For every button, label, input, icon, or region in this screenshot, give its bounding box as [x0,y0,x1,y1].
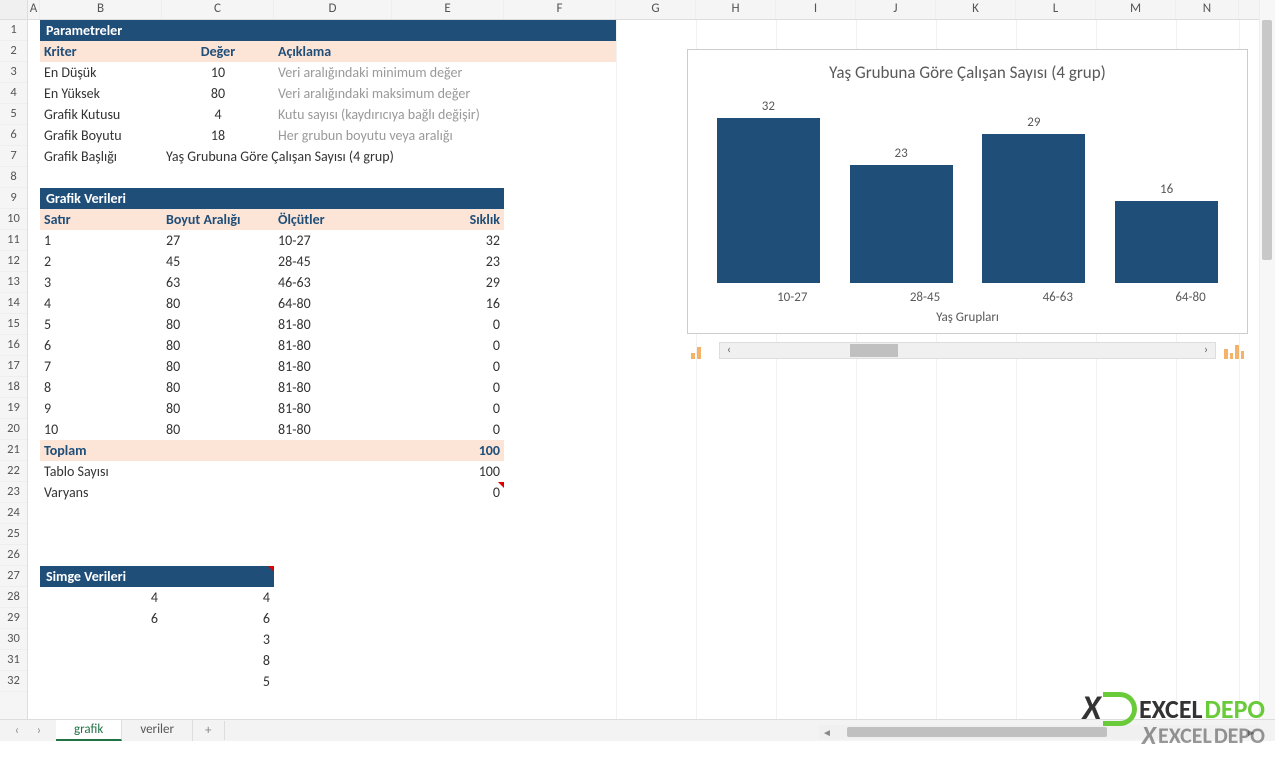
bar-category-label: 64-80 [1132,290,1249,305]
row-header-11[interactable]: 11 [0,230,27,251]
row-header-8[interactable]: 8 [0,167,27,188]
total-value[interactable]: 100 [392,440,504,461]
row-header-28[interactable]: 28 [0,587,27,608]
column-header-E[interactable]: E [392,0,504,19]
column-headers: ABCDEFGHIJKLMN [0,0,1259,20]
row-header-3[interactable]: 3 [0,62,27,83]
header-deger[interactable]: Değer [162,41,274,62]
column-header-M[interactable]: M [1096,0,1176,19]
row-header-14[interactable]: 14 [0,293,27,314]
row-header-32[interactable]: 32 [0,671,27,692]
horizontal-scrollbar-thumb[interactable] [847,727,1107,737]
bar-value-label: 23 [895,146,908,161]
mini-chart-icon-right [1220,341,1248,359]
section-header-simge-verileri[interactable]: Simge Verileri [40,566,274,587]
column-header-H[interactable]: H [696,0,776,19]
row-header-29[interactable]: 29 [0,608,27,629]
horizontal-scrollbar[interactable]: ◄ ► [819,725,1259,739]
column-header-J[interactable]: J [856,0,936,19]
bar-value-label: 16 [1160,182,1173,197]
column-header-N[interactable]: N [1176,0,1239,19]
row-header-7[interactable]: 7 [0,146,27,167]
sheet-tab-veriler[interactable]: veriler [122,720,193,741]
section-header-grafik-verileri[interactable]: Grafik Verileri [40,188,504,209]
chart-bar-46-63: 29 [975,115,1092,283]
row-header-5[interactable]: 5 [0,104,27,125]
mini-chart-icon-left [687,341,715,359]
slider-thumb[interactable] [850,344,898,357]
row-header-30[interactable]: 30 [0,629,27,650]
row-header-1[interactable]: 1 [0,20,27,41]
status-bar [0,741,1275,757]
row-header-22[interactable]: 22 [0,461,27,482]
column-header-I[interactable]: I [776,0,856,19]
select-all-corner[interactable] [0,0,28,19]
row-header-23[interactable]: 23 [0,482,27,503]
chart-slider-row: ‹ › [687,340,1248,360]
row-header-31[interactable]: 31 [0,650,27,671]
column-header-C[interactable]: C [162,0,274,19]
column-header-K[interactable]: K [936,0,1016,19]
row-header-19[interactable]: 19 [0,398,27,419]
slider-left-arrow[interactable]: ‹ [720,342,738,359]
chart-bar-10-27: 32 [710,99,827,283]
tab-nav-arrows[interactable]: ‹› [0,723,56,738]
row-header-10[interactable]: 10 [0,209,27,230]
chart-x-axis-label: Yaş Grupları [688,310,1247,325]
column-header-F[interactable]: F [504,0,616,19]
row-header-20[interactable]: 20 [0,419,27,440]
row-header-25[interactable]: 25 [0,524,27,545]
row-header-17[interactable]: 17 [0,356,27,377]
column-header-A[interactable]: A [28,0,40,19]
chart-bar-28-45: 23 [843,146,960,283]
bar-category-label: 10-27 [734,290,851,305]
column-header-B[interactable]: B [40,0,162,19]
vertical-scrollbar-thumb[interactable] [1262,20,1272,260]
column-header-L[interactable]: L [1016,0,1096,19]
sheet-tab-grafik[interactable]: grafik [56,720,122,741]
header-kriter[interactable]: Kriter [40,41,162,62]
row-header-18[interactable]: 18 [0,377,27,398]
column-header-D[interactable]: D [274,0,392,19]
bar-value-label: 29 [1027,115,1040,130]
row-header-15[interactable]: 15 [0,314,27,335]
section-header-parametreler[interactable]: Parametreler [40,20,616,41]
bar-value-label: 32 [762,99,775,114]
chart-bar-64-80: 16 [1108,182,1225,283]
bar-chart[interactable]: Yaş Grubuna Göre Çalışan Sayısı (4 grup)… [687,49,1248,334]
header-aciklama[interactable]: Açıklama [274,41,616,62]
row-header-12[interactable]: 12 [0,251,27,272]
row-header-6[interactable]: 6 [0,125,27,146]
row-header-13[interactable]: 13 [0,272,27,293]
row-header-26[interactable]: 26 [0,545,27,566]
add-sheet-button[interactable]: + [193,721,224,740]
row-header-21[interactable]: 21 [0,440,27,461]
row-header-27[interactable]: 27 [0,566,27,587]
bar-category-label: 28-45 [867,290,984,305]
row-header-24[interactable]: 24 [0,503,27,524]
vertical-scrollbar[interactable] [1259,0,1275,721]
total-label[interactable]: Toplam [40,440,392,461]
bar-category-label: 46-63 [999,290,1116,305]
chart-title: Yaş Grubuna Göre Çalışan Sayısı (4 grup) [688,62,1247,83]
slider-right-arrow[interactable]: › [1197,342,1215,359]
row-header-16[interactable]: 16 [0,335,27,356]
row-header-4[interactable]: 4 [0,83,27,104]
chart-plot-area: 3210-272328-452946-631664-80 [702,100,1233,283]
slider-scrollbar[interactable]: ‹ › [719,342,1216,359]
row-header-9[interactable]: 9 [0,188,27,209]
row-headers: 1234567891011121314151617181920212223242… [0,20,28,721]
column-header-G[interactable]: G [616,0,696,19]
row-header-2[interactable]: 2 [0,41,27,62]
